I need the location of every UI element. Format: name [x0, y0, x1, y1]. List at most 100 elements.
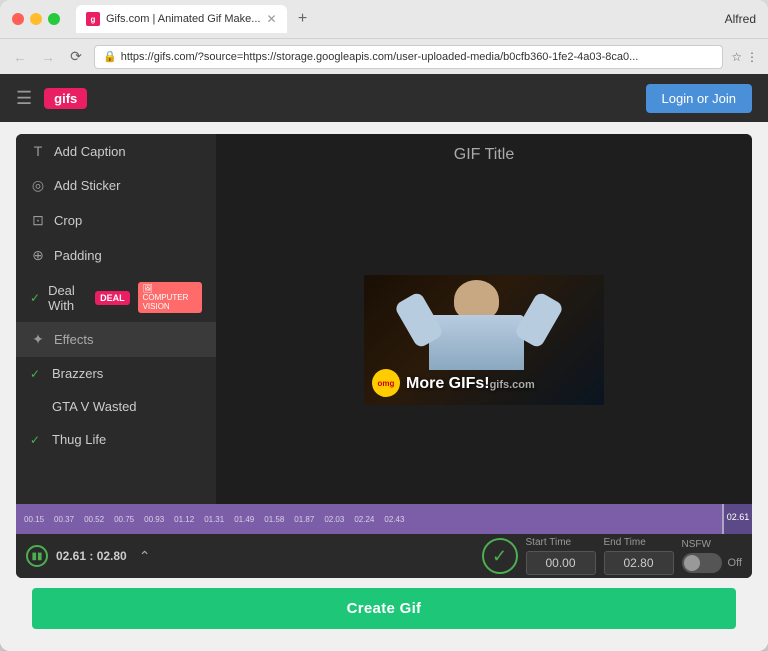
tick-9: 01.87	[290, 515, 318, 524]
new-tab-button[interactable]: +	[291, 7, 315, 31]
star-icon[interactable]: ☆	[731, 50, 742, 64]
editor-container: T Add Caption ◎ Add Sticker ⊡ Crop	[16, 134, 752, 578]
nsfw-label: NSFW	[682, 539, 742, 550]
sidebar-item-crop[interactable]: ⊡ Crop	[16, 203, 216, 238]
caption-icon: T	[30, 143, 46, 159]
tick-4: 00.93	[140, 515, 168, 524]
title-bar: g Gifs.com | Animated Gif Make... ✕ + Al…	[0, 0, 768, 38]
gif-person	[399, 280, 559, 380]
gif-background: omg More GIFs!gifs.com	[364, 275, 604, 405]
nsfw-group: NSFW Off	[682, 539, 742, 573]
sidebar-label-effects: Effects	[54, 332, 94, 347]
controls-bar: ▮▮ 02.61 : 02.80 ⌃ ✓ Start Time End Time…	[16, 534, 752, 578]
gif-preview: omg More GIFs!gifs.com	[216, 176, 752, 504]
user-name: Alfred	[725, 12, 756, 26]
sidebar-label-thug-life: Thug Life	[52, 432, 106, 447]
sidebar-label-padding: Padding	[54, 248, 102, 263]
sidebar-label-add-caption: Add Caption	[54, 144, 126, 159]
active-tab[interactable]: g Gifs.com | Animated Gif Make... ✕	[76, 5, 287, 33]
time-display: 02.61 : 02.80	[56, 549, 127, 563]
maximize-button[interactable]	[48, 13, 60, 25]
sidebar-label-add-sticker: Add Sticker	[54, 178, 120, 193]
sidebar-label-deal-with: Deal With	[48, 283, 83, 313]
sidebar-item-padding[interactable]: ⊕ Padding	[16, 238, 216, 273]
forward-button[interactable]: →	[38, 47, 58, 67]
tab-bar: g Gifs.com | Animated Gif Make... ✕ +	[76, 5, 717, 33]
app-logo[interactable]: gifs	[44, 88, 87, 109]
deal-badge: DEAL	[95, 291, 130, 305]
gif-title: GIF Title	[216, 134, 752, 176]
tick-10: 02.03	[320, 515, 348, 524]
start-time-label: Start Time	[526, 537, 596, 548]
confirm-button[interactable]: ✓	[482, 538, 518, 574]
app-header: ☰ gifs Login or Join	[0, 74, 768, 122]
more-options-icon[interactable]: ⋮	[746, 50, 758, 64]
address-text: https://gifs.com/?source=https://storage…	[121, 51, 715, 63]
tick-7: 01.49	[230, 515, 258, 524]
deal-check-icon: ✓	[30, 291, 40, 305]
address-input[interactable]: 🔒 https://gifs.com/?source=https://stora…	[94, 45, 723, 69]
sidebar-item-thug-life[interactable]: ✓ Thug Life	[16, 423, 216, 456]
tick-8: 01.58	[260, 515, 288, 524]
tick-5: 01.12	[170, 515, 198, 524]
tick-11: 02.24	[350, 515, 378, 524]
toggle-text: Off	[728, 557, 742, 569]
cv-badge: 🖼 COMPUTER VISION	[138, 282, 202, 313]
back-button[interactable]: ←	[10, 47, 30, 67]
tick-6: 01.31	[200, 515, 228, 524]
tick-3: 00.75	[110, 515, 138, 524]
tick-2: 00.52	[80, 515, 108, 524]
sidebar-item-effects[interactable]: ✦ Effects	[16, 322, 216, 357]
nsfw-toggle[interactable]	[682, 553, 722, 573]
pause-button[interactable]: ▮▮	[26, 545, 48, 567]
tick-12: 02.43	[380, 515, 408, 524]
chevron-up-icon[interactable]: ⌃	[139, 548, 151, 565]
crop-icon: ⊡	[30, 212, 46, 229]
tab-close-icon[interactable]: ✕	[266, 12, 276, 26]
create-gif-section: Create Gif	[16, 578, 752, 639]
nsfw-toggle-container: Off	[682, 553, 742, 573]
tab-title: Gifs.com | Animated Gif Make...	[106, 13, 260, 25]
minimize-button[interactable]	[30, 13, 42, 25]
sticker-icon: ◎	[30, 177, 46, 194]
end-time-label: End Time	[604, 537, 674, 548]
brazzers-check-icon: ✓	[30, 367, 44, 381]
traffic-lights	[12, 13, 60, 25]
toggle-knob	[684, 555, 700, 571]
editor-body: T Add Caption ◎ Add Sticker ⊡ Crop	[16, 134, 752, 504]
more-gifs-text: More GIFs!gifs.com	[406, 372, 535, 393]
sidebar-item-add-caption[interactable]: T Add Caption	[16, 134, 216, 168]
thuglife-check-icon: ✓	[30, 433, 44, 447]
tab-favicon: g	[86, 12, 100, 26]
timeline-active-region: 02.61	[722, 504, 752, 534]
start-time-group: Start Time	[526, 537, 596, 575]
sidebar-label-crop: Crop	[54, 213, 82, 228]
reload-button[interactable]: ⟳	[66, 47, 86, 67]
sidebar-item-brazzers[interactable]: ✓ Brazzers	[16, 357, 216, 390]
editor-main: GIF Title	[216, 134, 752, 504]
effects-icon: ✦	[30, 331, 46, 348]
main-content: T Add Caption ◎ Add Sticker ⊡ Crop	[0, 122, 768, 651]
sidebar-item-add-sticker[interactable]: ◎ Add Sticker	[16, 168, 216, 203]
start-time-input[interactable]	[526, 551, 596, 575]
end-time-input[interactable]	[604, 551, 674, 575]
sidebar: T Add Caption ◎ Add Sticker ⊡ Crop	[16, 134, 216, 504]
hamburger-menu-icon[interactable]: ☰	[16, 88, 32, 109]
tick-0: 00.15	[20, 515, 48, 524]
sidebar-label-gta-wasted: GTA V Wasted	[52, 399, 137, 414]
end-time-group: End Time	[604, 537, 674, 575]
omg-badge: omg	[372, 369, 400, 397]
browser-window: g Gifs.com | Animated Gif Make... ✕ + Al…	[0, 0, 768, 651]
padding-icon: ⊕	[30, 247, 46, 264]
tick-1: 00.37	[50, 515, 78, 524]
create-gif-button[interactable]: Create Gif	[32, 588, 736, 629]
timeline[interactable]: 00.15 00.37 00.52 00.75 00.93 01.12 01.3…	[16, 504, 752, 534]
sidebar-item-gta-wasted[interactable]: ✓ GTA V Wasted	[16, 390, 216, 423]
lock-icon: 🔒	[103, 50, 117, 63]
address-bar: ← → ⟳ 🔒 https://gifs.com/?source=https:/…	[0, 38, 768, 74]
close-button[interactable]	[12, 13, 24, 25]
sidebar-item-deal-with[interactable]: ✓ Deal With DEAL 🖼 COMPUTER VISION	[16, 273, 216, 322]
gif-image: omg More GIFs!gifs.com	[364, 275, 604, 405]
address-actions: ☆ ⋮	[731, 50, 758, 64]
login-join-button[interactable]: Login or Join	[646, 84, 752, 113]
